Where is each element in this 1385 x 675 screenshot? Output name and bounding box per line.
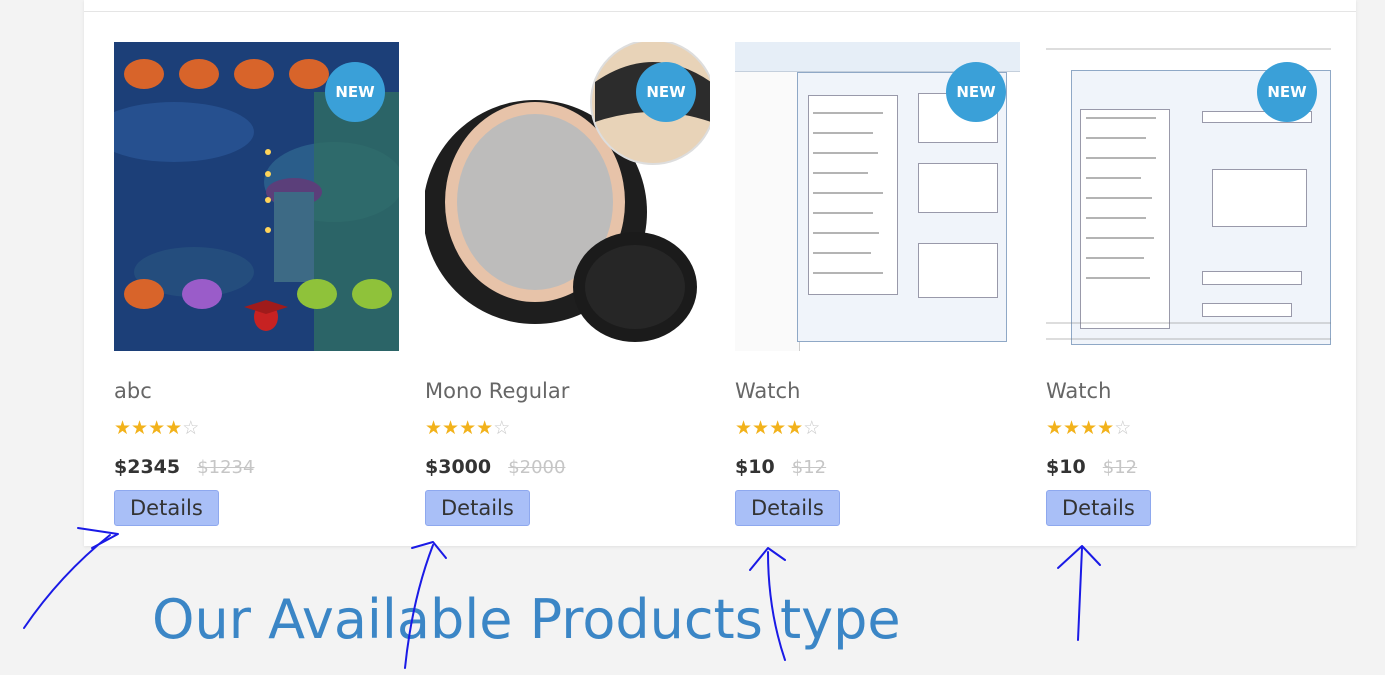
details-button[interactable]: Details (735, 490, 840, 526)
arrow-annotation (749, 547, 786, 571)
new-badge: NEW (1257, 62, 1317, 122)
star-icon-filled: ★ (148, 417, 166, 439)
star-rating: ★★★★☆ (735, 417, 820, 439)
current-price: $10 (1046, 456, 1086, 478)
star-icon-filled: ★ (1063, 417, 1081, 439)
old-price: $12 (791, 457, 827, 478)
star-icon-empty: ☆ (803, 417, 821, 439)
arrow-annotation (23, 534, 111, 629)
star-rating: ★★★★☆ (1046, 417, 1131, 439)
product-name[interactable]: Watch (1046, 379, 1111, 403)
star-icon-filled: ★ (1097, 417, 1115, 439)
star-icon-filled: ★ (165, 417, 183, 439)
star-icon-empty: ☆ (493, 417, 511, 439)
old-price: $2000 (508, 457, 566, 478)
product-image-spss-dialog[interactable]: NEW (735, 42, 1020, 351)
current-price: $3000 (425, 456, 492, 478)
price-row: $2345 $1234 (114, 456, 254, 478)
star-icon-filled: ★ (752, 417, 770, 439)
star-icon-filled: ★ (735, 417, 753, 439)
new-badge: NEW (946, 62, 1006, 122)
product-card: NEW Watch ★★★★☆ $10 $12 Details (735, 42, 1020, 526)
old-price: $1234 (197, 457, 255, 478)
current-price: $2345 (114, 456, 181, 478)
product-card: NEW Watch ★★★★☆ $10 $12 Details (1046, 42, 1331, 526)
new-badge: NEW (325, 62, 385, 122)
details-button[interactable]: Details (425, 490, 530, 526)
product-image-game[interactable]: NEW (114, 42, 399, 351)
panel-divider (84, 11, 1356, 12)
star-icon-filled: ★ (425, 417, 443, 439)
star-icon-empty: ☆ (182, 417, 200, 439)
section-heading: Our Available Products type (152, 588, 901, 651)
arrow-annotation (1077, 547, 1083, 641)
star-icon-filled: ★ (786, 417, 804, 439)
price-row: $10 $12 (1046, 456, 1137, 478)
star-icon-filled: ★ (459, 417, 477, 439)
product-name[interactable]: Mono Regular (425, 379, 569, 403)
star-icon-filled: ★ (1080, 417, 1098, 439)
details-button[interactable]: Details (114, 490, 219, 526)
product-image-spss-regression[interactable]: NEW (1046, 42, 1331, 351)
details-button[interactable]: Details (1046, 490, 1151, 526)
arrow-annotation (1057, 545, 1101, 569)
star-icon-empty: ☆ (1114, 417, 1132, 439)
product-name[interactable]: abc (114, 379, 152, 403)
product-image-hair[interactable]: NEW (425, 42, 710, 351)
price-row: $10 $12 (735, 456, 826, 478)
star-icon-filled: ★ (476, 417, 494, 439)
product-name[interactable]: Watch (735, 379, 800, 403)
star-icon-filled: ★ (769, 417, 787, 439)
star-icon-filled: ★ (131, 417, 149, 439)
star-rating: ★★★★☆ (114, 417, 199, 439)
old-price: $12 (1102, 457, 1138, 478)
star-icon-filled: ★ (114, 417, 132, 439)
product-card: NEW abc ★★★★☆ $2345 $1234 Details (114, 42, 399, 526)
price-row: $3000 $2000 (425, 456, 565, 478)
new-badge: NEW (636, 62, 696, 122)
current-price: $10 (735, 456, 775, 478)
product-card: NEW Mono Regular ★★★★☆ $3000 $2000 Detai… (425, 42, 710, 526)
star-icon-filled: ★ (1046, 417, 1064, 439)
star-icon-filled: ★ (442, 417, 460, 439)
star-rating: ★★★★☆ (425, 417, 510, 439)
products-panel: NEW abc ★★★★☆ $2345 $1234 Details NEW Mo… (84, 0, 1356, 546)
